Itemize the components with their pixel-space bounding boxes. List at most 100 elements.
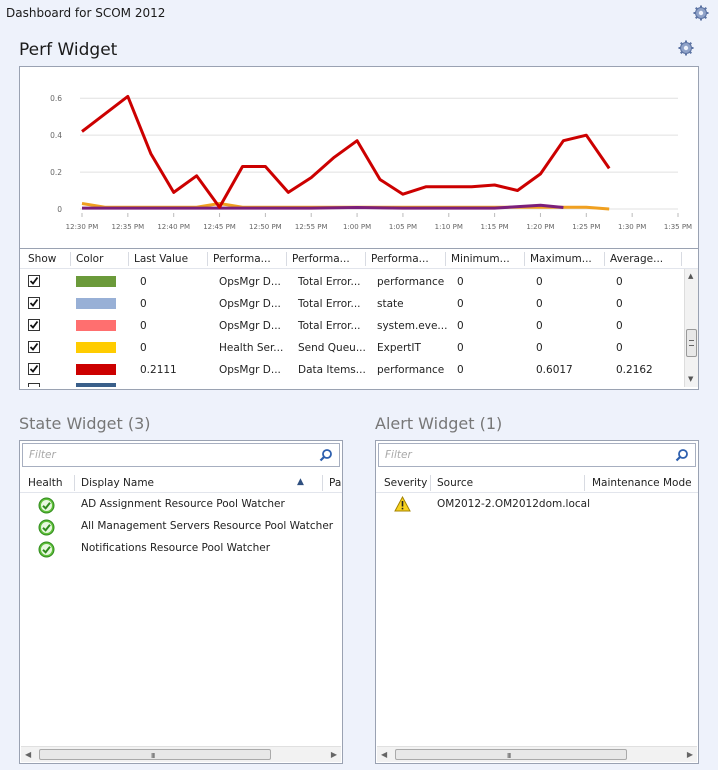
cell-p3: performance: [377, 364, 445, 376]
x-tick-label: 1:35 PM: [664, 223, 692, 231]
scroll-down-icon[interactable]: ▼: [688, 375, 693, 383]
cell-avg: 0: [616, 276, 623, 288]
search-icon[interactable]: [675, 448, 689, 462]
scroll-right-icon[interactable]: ▶: [331, 750, 337, 759]
filter-placeholder: Filter: [29, 449, 56, 461]
alert-widget-title: Alert Widget (1): [375, 414, 503, 433]
column-color[interactable]: Color: [76, 253, 103, 265]
x-tick-label: 12:55 PM: [295, 223, 328, 231]
list-item[interactable]: All Management Servers Resource Pool Wat…: [20, 516, 342, 538]
cell-p3: performance: [377, 276, 445, 288]
cell-p2: Send Queu...: [298, 342, 366, 354]
column-severity[interactable]: Severity: [384, 477, 427, 489]
cell-min: 0: [457, 298, 464, 310]
table-row[interactable]: 0.2111 OpsMgr D... Data Items... performanc…: [20, 359, 684, 381]
scroll-thumb[interactable]: III: [39, 749, 271, 760]
scroll-right-icon[interactable]: ▶: [687, 750, 693, 759]
table-row[interactable]: 0 OpsMgr D... Total Error... system.eve... 0…: [20, 315, 684, 337]
state-hscrollbar[interactable]: ◀ III ▶: [21, 746, 341, 762]
display-name: AD Assignment Resource Pool Watcher: [81, 498, 285, 510]
column-source[interactable]: Source: [437, 477, 473, 489]
alert-filter-input[interactable]: Filter: [378, 443, 696, 467]
column-average[interactable]: Average...: [610, 253, 663, 265]
color-swatch[interactable]: [76, 320, 116, 331]
column-performance-instance[interactable]: Performa...: [371, 253, 429, 265]
cell-min: 0: [457, 364, 464, 376]
cell-p1: OpsMgr D...: [219, 276, 281, 288]
state-table-header: Health Display Name ▲ Pa: [20, 473, 342, 493]
dashboard-header: Dashboard for SCOM 2012: [0, 0, 718, 28]
state-filter-input[interactable]: Filter: [22, 443, 340, 467]
color-swatch[interactable]: [76, 298, 116, 309]
alert-hscrollbar[interactable]: ◀ III ▶: [377, 746, 697, 762]
column-maintenance-mode[interactable]: Maintenance Mode: [592, 477, 692, 489]
alert-widget-panel: Filter Severity Source Maintenance Mode …: [375, 440, 699, 764]
x-tick-label: 1:20 PM: [526, 223, 554, 231]
gear-icon[interactable]: [693, 5, 709, 21]
state-widget-panel: Filter Health Display Name ▲ Pa AD Assig…: [19, 440, 343, 764]
show-checkbox[interactable]: [28, 363, 40, 375]
x-tick-label: 1:05 PM: [389, 223, 417, 231]
cell-avg: 0: [616, 298, 623, 310]
column-health[interactable]: Health: [28, 477, 62, 489]
y-tick-label: 0: [57, 205, 62, 214]
scroll-left-icon[interactable]: ◀: [381, 750, 387, 759]
show-checkbox[interactable]: [28, 275, 40, 287]
perf-widget-gear-icon[interactable]: [678, 40, 694, 56]
cell-avg: 0.2162: [616, 364, 653, 376]
perf-widget-panel: 0 0.2 0.4 0.6 12:30 PM 12:35 PM 12:40 PM 12:45 …: [19, 66, 699, 390]
display-name: All Management Servers Resource Pool Wat…: [81, 520, 334, 532]
column-maximum[interactable]: Maximum...: [530, 253, 592, 265]
cell-max: 0.6017: [536, 364, 573, 376]
x-tick-label: 1:30 PM: [618, 223, 646, 231]
column-path[interactable]: Pa: [329, 477, 341, 489]
warning-icon: [394, 495, 411, 515]
y-tick-label: 0.6: [50, 94, 62, 103]
table-row[interactable]: 0 OpsMgr D... Total Error... state 0 0 0: [20, 293, 684, 315]
cell-p2: Total Error...: [298, 320, 361, 332]
column-performance-counter[interactable]: Performa...: [292, 253, 350, 265]
healthy-check-icon: [38, 519, 55, 539]
list-item[interactable]: Notifications Resource Pool Watcher: [20, 538, 342, 560]
cell-max: 0: [536, 342, 543, 354]
show-checkbox[interactable]: [28, 341, 40, 353]
cell-max: 0: [536, 276, 543, 288]
healthy-check-icon: [38, 497, 55, 517]
color-swatch[interactable]: [76, 342, 116, 353]
state-widget-title: State Widget (3): [19, 414, 151, 433]
cell-last: 0: [140, 342, 147, 354]
cell-p2: Total Error...: [298, 298, 361, 310]
alert-table-header: Severity Source Maintenance Mode: [376, 473, 698, 493]
table-row[interactable]: 0 Health Ser... Send Queu... ExpertIT 0 0 0: [20, 337, 684, 359]
cell-max: 0: [536, 320, 543, 332]
cell-p2: Total Error...: [298, 276, 361, 288]
column-display-name[interactable]: Display Name: [81, 477, 154, 489]
perf-grid-scrollbar[interactable]: ▲ ▼: [684, 269, 698, 387]
show-checkbox[interactable]: [28, 297, 40, 309]
scroll-thumb[interactable]: [686, 329, 697, 357]
column-performance-object[interactable]: Performa...: [213, 253, 271, 265]
display-name: Notifications Resource Pool Watcher: [81, 542, 271, 554]
column-show[interactable]: Show: [28, 253, 56, 265]
cell-last: 0: [140, 276, 147, 288]
table-row[interactable]: 0 OpsMgr D... Total Error... performance 0 0 0: [20, 271, 684, 293]
x-tick-label: 12:30 PM: [66, 223, 99, 231]
show-checkbox[interactable]: [28, 319, 40, 331]
search-icon[interactable]: [319, 448, 333, 462]
scroll-left-icon[interactable]: ◀: [25, 750, 31, 759]
perf-grid-header: Show Color Last Value Performa... Performa..…: [20, 249, 698, 269]
series-line[interactable]: [81, 94, 611, 209]
color-swatch[interactable]: [76, 364, 116, 375]
list-item[interactable]: OM2012-2.OM2012dom.local: [376, 494, 698, 516]
color-swatch[interactable]: [76, 276, 116, 287]
sort-ascending-icon: ▲: [297, 477, 304, 487]
scroll-up-icon[interactable]: ▲: [688, 272, 693, 280]
scroll-thumb[interactable]: III: [395, 749, 627, 760]
alert-source: OM2012-2.OM2012dom.local: [437, 498, 591, 510]
column-minimum[interactable]: Minimum...: [451, 253, 510, 265]
cell-last: 0.2111: [140, 364, 177, 376]
list-item[interactable]: AD Assignment Resource Pool Watcher: [20, 494, 342, 516]
cell-last: 0: [140, 298, 147, 310]
cell-p1: Health Ser...: [219, 342, 284, 354]
column-last-value[interactable]: Last Value: [134, 253, 188, 265]
